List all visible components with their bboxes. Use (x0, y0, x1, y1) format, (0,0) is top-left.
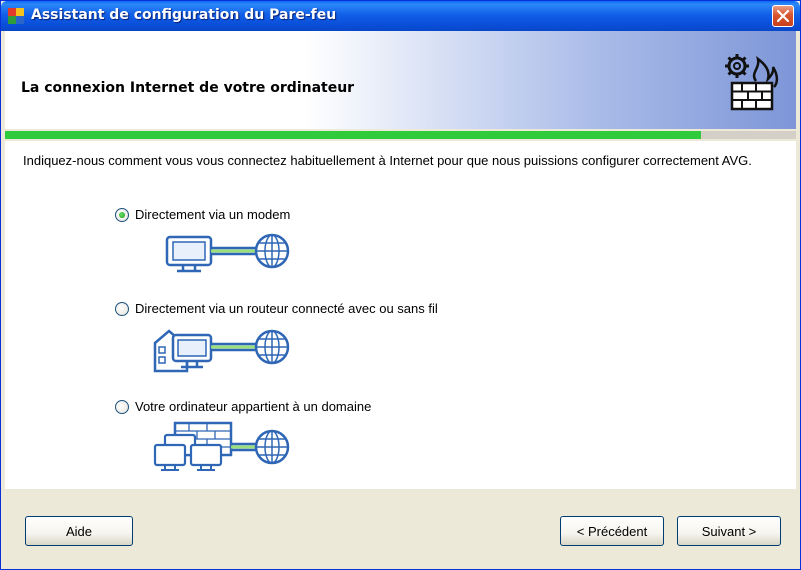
help-button[interactable]: Aide (25, 516, 133, 546)
wizard-header: La connexion Internet de votre ordinateu… (5, 31, 796, 129)
title-bar[interactable]: Assistant de configuration du Pare-feu (1, 1, 800, 31)
network-computers-globe-icon (153, 421, 290, 471)
house-computer-globe-icon (153, 329, 290, 373)
footer-separator (5, 488, 796, 489)
radio-modem[interactable] (115, 208, 129, 222)
page-title: La connexion Internet de votre ordinateu… (21, 80, 355, 96)
back-button[interactable]: < Précédent (560, 516, 664, 546)
computer-modem-globe-icon (165, 233, 290, 273)
option-router-label[interactable]: Directement via un routeur connecté avec… (135, 301, 438, 316)
avg-app-icon (8, 8, 24, 24)
progress-fill (5, 131, 702, 139)
radio-router[interactable] (115, 302, 129, 316)
option-modem-label[interactable]: Directement via un modem (135, 207, 290, 222)
content-panel: Indiquez-nous comment vous vous connecte… (5, 141, 796, 488)
window-title: Assistant de configuration du Pare-feu (31, 7, 337, 23)
close-icon (777, 10, 789, 22)
radio-domain[interactable] (115, 400, 129, 414)
option-domain-label[interactable]: Votre ordinateur appartient à un domaine (135, 399, 371, 414)
firewall-gear-flame-icon (725, 54, 779, 111)
wizard-progress-bar (5, 131, 796, 139)
firewall-wizard-window: Assistant de configuration du Pare-feu L… (0, 0, 801, 570)
close-button[interactable] (772, 5, 794, 27)
intro-text: Indiquez-nous comment vous vous connecte… (23, 153, 752, 168)
next-button[interactable]: Suivant > (677, 516, 781, 546)
